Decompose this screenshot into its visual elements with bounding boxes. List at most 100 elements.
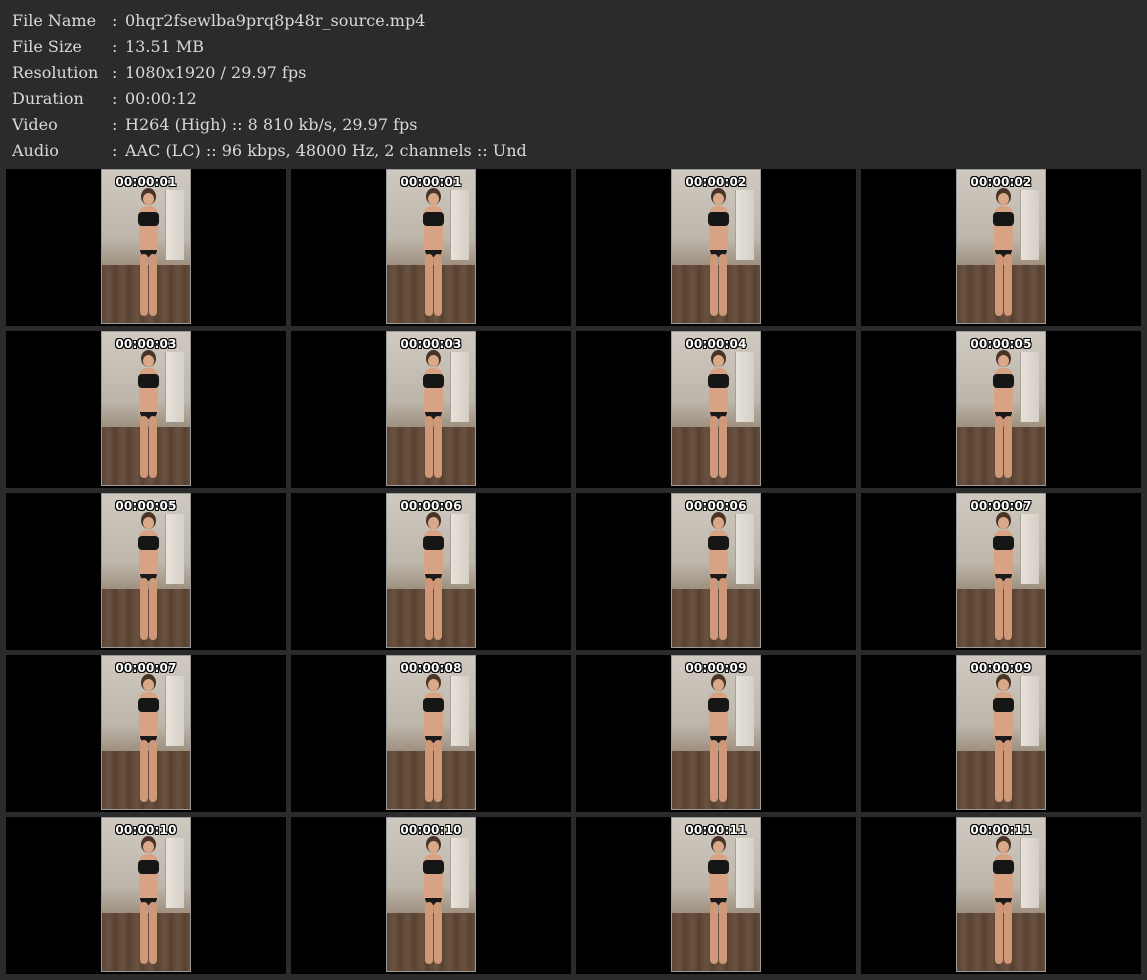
left-leg: [425, 254, 433, 316]
media-info-panel: File Name : 0hqr2fsewlba9prq8p48r_source…: [12, 8, 1132, 164]
person-figure: [134, 512, 162, 640]
top-garment: [423, 698, 444, 712]
right-leg: [1004, 254, 1012, 316]
top-garment: [708, 212, 729, 226]
thumbnail-grid: 00:00:01 00:00:01 00:00:02 00:00:02 00:00:03…: [6, 169, 1142, 977]
left-leg: [710, 902, 718, 964]
thumbnail-cell[interactable]: 00:00:07: [861, 493, 1141, 650]
thumbnail-cell[interactable]: 00:00:10: [291, 817, 571, 974]
face: [428, 355, 439, 367]
thumbnail-cell[interactable]: 00:00:07: [6, 655, 286, 812]
doorway: [735, 676, 754, 746]
top-garment: [423, 860, 444, 874]
video-frame-thumbnail: [671, 169, 761, 324]
person-figure: [134, 188, 162, 316]
face: [143, 193, 154, 205]
frame-timestamp: 00:00:01: [400, 175, 462, 189]
thumbnail-cell[interactable]: 00:00:01: [6, 169, 286, 326]
video-frame-thumbnail: [386, 817, 476, 972]
frame-timestamp: 00:00:08: [400, 661, 462, 675]
left-leg: [425, 578, 433, 640]
left-leg: [710, 578, 718, 640]
frame-timestamp: 00:00:05: [115, 499, 177, 513]
left-leg: [140, 740, 148, 802]
thumbnail-cell[interactable]: 00:00:09: [576, 655, 856, 812]
thumbnail-cell[interactable]: 00:00:11: [861, 817, 1141, 974]
frame-timestamp: 00:00:05: [970, 337, 1032, 351]
frame-timestamp: 00:00:10: [400, 823, 462, 837]
info-label: Video: [12, 115, 58, 134]
thumbnail-cell[interactable]: 00:00:06: [291, 493, 571, 650]
right-leg: [434, 578, 442, 640]
left-leg: [140, 254, 148, 316]
thumbnail-cell[interactable]: 00:00:08: [291, 655, 571, 812]
top-garment: [993, 698, 1014, 712]
face: [998, 841, 1009, 853]
top-garment: [993, 536, 1014, 550]
face: [713, 355, 724, 367]
info-value: 0hqr2fsewlba9prq8p48r_source.mp4: [125, 11, 426, 30]
right-leg: [434, 254, 442, 316]
doorway: [1020, 514, 1039, 584]
left-leg: [140, 416, 148, 478]
right-leg: [149, 578, 157, 640]
face: [998, 517, 1009, 529]
info-value: AAC (LC) :: 96 kbps, 48000 Hz, 2 channel…: [125, 141, 527, 160]
top-garment: [993, 860, 1014, 874]
person-figure: [989, 512, 1017, 640]
top-garment: [423, 374, 444, 388]
doorway: [165, 190, 184, 260]
left-leg: [140, 902, 148, 964]
face: [998, 355, 1009, 367]
info-row-resolution: Resolution : 1080x1920 / 29.97 fps: [12, 60, 1132, 86]
video-frame-thumbnail: [956, 817, 1046, 972]
thumbnail-cell[interactable]: 00:00:11: [576, 817, 856, 974]
thumbnail-cell[interactable]: 00:00:02: [861, 169, 1141, 326]
top-garment: [138, 374, 159, 388]
face: [998, 679, 1009, 691]
left-leg: [995, 578, 1003, 640]
frame-timestamp: 00:00:11: [970, 823, 1032, 837]
person-figure: [704, 188, 732, 316]
video-frame-thumbnail: [101, 331, 191, 486]
info-row-file-name: File Name : 0hqr2fsewlba9prq8p48r_source…: [12, 8, 1132, 34]
thumbnail-cell[interactable]: 00:00:04: [576, 331, 856, 488]
doorway: [165, 514, 184, 584]
doorway: [450, 838, 469, 908]
info-separator: :: [112, 141, 118, 160]
thumbnail-cell[interactable]: 00:00:03: [291, 331, 571, 488]
frame-timestamp: 00:00:02: [970, 175, 1032, 189]
thumbnail-cell[interactable]: 00:00:05: [861, 331, 1141, 488]
top-garment: [708, 536, 729, 550]
right-leg: [1004, 740, 1012, 802]
thumbnail-cell[interactable]: 00:00:01: [291, 169, 571, 326]
top-garment: [423, 536, 444, 550]
top-garment: [138, 698, 159, 712]
person-figure: [419, 836, 447, 964]
thumbnail-cell[interactable]: 00:00:02: [576, 169, 856, 326]
right-leg: [434, 416, 442, 478]
info-separator: :: [112, 11, 118, 30]
person-figure: [419, 350, 447, 478]
thumbnail-cell[interactable]: 00:00:03: [6, 331, 286, 488]
thumbnail-cell[interactable]: 00:00:10: [6, 817, 286, 974]
right-leg: [719, 416, 727, 478]
thumbnail-cell[interactable]: 00:00:09: [861, 655, 1141, 812]
person-figure: [419, 512, 447, 640]
person-figure: [989, 188, 1017, 316]
thumbnail-cell[interactable]: 00:00:06: [576, 493, 856, 650]
frame-timestamp: 00:00:09: [970, 661, 1032, 675]
left-leg: [140, 578, 148, 640]
person-figure: [704, 350, 732, 478]
face: [143, 679, 154, 691]
doorway: [450, 190, 469, 260]
left-leg: [710, 416, 718, 478]
frame-timestamp: 00:00:09: [685, 661, 747, 675]
thumbnail-cell[interactable]: 00:00:05: [6, 493, 286, 650]
video-frame-thumbnail: [956, 331, 1046, 486]
face: [428, 679, 439, 691]
face: [713, 679, 724, 691]
doorway: [450, 676, 469, 746]
face: [143, 517, 154, 529]
info-label: File Name: [12, 11, 97, 30]
